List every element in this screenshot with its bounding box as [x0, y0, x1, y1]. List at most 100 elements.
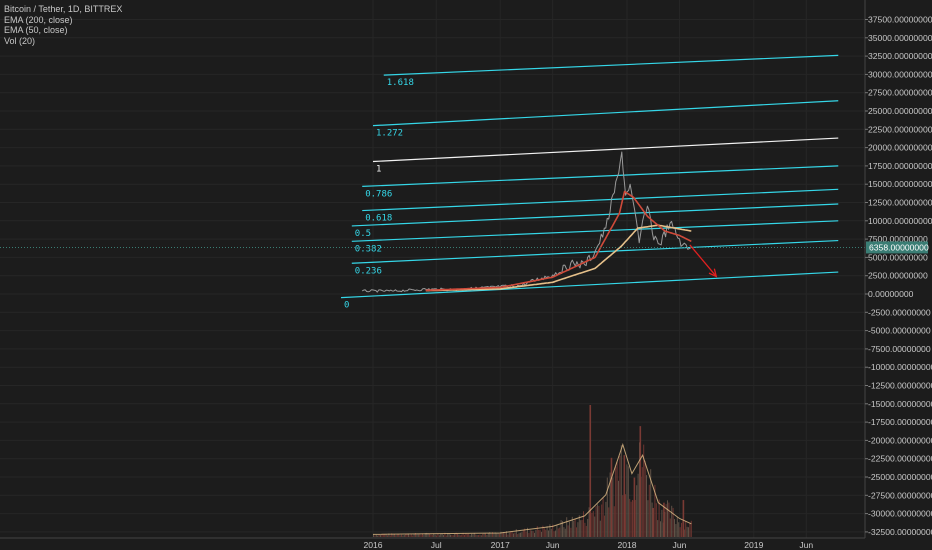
- time-axis: 2016 Jul 2017 Jun 2018 Jun 2019 Jun: [0, 537, 865, 550]
- volume-bar: [616, 461, 618, 537]
- volume-bar: [423, 534, 425, 537]
- fib-line-0.786: [362, 165, 839, 187]
- volume-bar: [686, 526, 688, 537]
- volume-bar: [501, 532, 503, 537]
- volume-bar: [405, 534, 407, 537]
- volume-bar: [459, 535, 461, 537]
- volume-bar: [482, 533, 484, 537]
- volume-bar: [430, 534, 432, 537]
- price-tick-label: 32500.00000000: [868, 51, 932, 61]
- volume-bar: [417, 534, 419, 537]
- symbol-title[interactable]: Bitcoin / Tether, 1D, BITTREX: [4, 4, 122, 15]
- volume-bar: [569, 521, 570, 537]
- price-tick-label: -5000.00000000: [868, 326, 931, 336]
- fib-label-1.618: 1.618: [387, 78, 414, 88]
- volume-bar: [591, 512, 593, 537]
- volume-bar: [476, 535, 478, 537]
- fib-label-0.786: 0.786: [365, 189, 392, 199]
- volume-bar: [622, 495, 624, 537]
- volume-bar: [567, 525, 569, 537]
- volume-bar: [648, 484, 650, 537]
- volume-bar: [451, 534, 453, 537]
- chart-stage: 0 0.236 0.382 0.5 0.618 0.786 1 1.272 1.618 37500…: [0, 0, 932, 550]
- volume-bar: [576, 527, 577, 537]
- fib-line-1.272: [372, 100, 839, 127]
- volume-bar: [521, 532, 523, 537]
- volume-bar: [398, 534, 400, 537]
- price-tick-label: -25000.00000000: [868, 472, 932, 482]
- volume-bar: [636, 485, 638, 537]
- volume-bar: [608, 507, 610, 537]
- volume-bar: [399, 535, 401, 537]
- volume-bar: [555, 530, 556, 537]
- time-tick-label: 2018: [617, 540, 636, 550]
- projection-arrow-line: [689, 244, 717, 277]
- volume-bar: [679, 527, 681, 537]
- volume-bar: [531, 530, 533, 537]
- price-tick-label: -15000.00000000: [868, 399, 932, 409]
- volume-bar: [475, 534, 477, 537]
- volume-bar: [440, 534, 442, 537]
- fib-line-1.618: [383, 54, 839, 76]
- volume-bar: [480, 535, 482, 537]
- time-tick-label: Jun: [799, 540, 813, 550]
- volume-bar: [410, 534, 412, 537]
- study-ema-50[interactable]: EMA (50, close): [4, 25, 122, 36]
- volume-bar: [678, 522, 680, 537]
- volume-bar: [396, 534, 398, 537]
- time-tick-label: Jul: [431, 540, 442, 550]
- volume-bar: [592, 511, 594, 537]
- study-volume[interactable]: Vol (20): [4, 36, 122, 47]
- volume-bar: [409, 535, 411, 537]
- volume-bar: [627, 466, 629, 537]
- price-tick-label: 20000.00000000: [868, 143, 932, 153]
- grid: [0, 0, 865, 538]
- volume-bar: [395, 535, 397, 537]
- volume-bar: [595, 506, 597, 537]
- study-ema-200[interactable]: EMA (200, close): [4, 15, 122, 26]
- volume-spike: [610, 457, 613, 537]
- volume-bar: [661, 509, 663, 537]
- volume-bar: [522, 530, 524, 537]
- volume-bar: [660, 521, 661, 537]
- volume-bar: [479, 534, 481, 537]
- volume-spike: [633, 477, 636, 537]
- volume-bar: [604, 515, 605, 537]
- volume-bar: [560, 520, 562, 537]
- price-tick-label: -7500.00000000: [868, 344, 931, 354]
- volume-bar: [597, 504, 598, 537]
- price-tick-label: 2500.00000000: [868, 271, 928, 281]
- volume-bar: [493, 533, 495, 537]
- volume-bar: [431, 534, 433, 537]
- volume-bar: [374, 535, 376, 537]
- volume-bar: [601, 504, 603, 537]
- volume-bar: [513, 533, 514, 537]
- volume-bar: [685, 520, 687, 537]
- chart-legend: Bitcoin / Tether, 1D, BITTREX EMA (200, …: [4, 4, 122, 46]
- volume-bar: [508, 532, 510, 537]
- volume-bar: [618, 480, 619, 537]
- price-tick-label: 27500.00000000: [868, 88, 932, 98]
- volume-bar: [539, 529, 541, 537]
- price-axis: 37500.00000000 35000.00000000 32500.000000…: [864, 0, 932, 538]
- price-tick-label: -27500.00000000: [868, 490, 932, 500]
- volume-bar: [420, 534, 422, 537]
- volume-bar: [546, 526, 548, 537]
- volume-bar: [535, 529, 537, 537]
- fib-label-1: 1: [376, 165, 381, 175]
- volume-bar: [486, 534, 488, 537]
- volume-bar: [574, 519, 576, 537]
- volume-bar: [525, 531, 527, 537]
- volume-bar: [538, 529, 540, 537]
- time-tick-label: 2017: [491, 540, 510, 550]
- price-chart[interactable]: 0 0.236 0.382 0.5 0.618 0.786 1 1.272 1.618 37500…: [0, 0, 932, 550]
- volume-bar: [581, 519, 583, 537]
- volume-bar: [587, 518, 589, 537]
- volume-bar: [510, 531, 512, 537]
- volume-bar: [429, 533, 430, 537]
- volume-bars: [373, 405, 692, 537]
- fib-line-0.382: [351, 220, 839, 242]
- volume-spike: [623, 455, 626, 537]
- volume-bar: [382, 534, 384, 537]
- volume-bar: [620, 445, 622, 537]
